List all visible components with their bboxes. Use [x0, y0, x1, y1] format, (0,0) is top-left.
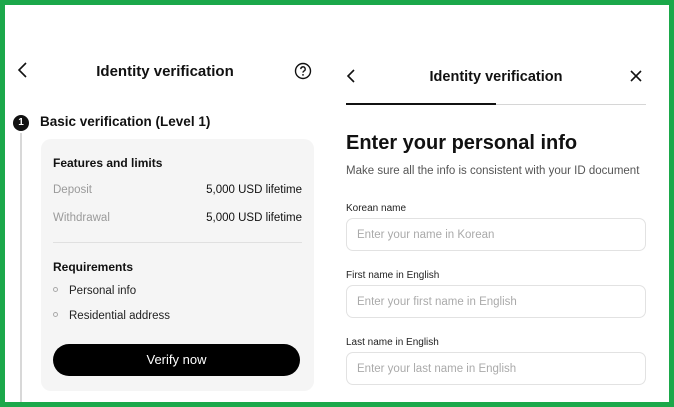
verify-now-button[interactable]: Verify now	[53, 344, 300, 376]
first-name-label: First name in English	[346, 270, 440, 281]
bullet-icon	[53, 287, 58, 293]
withdrawal-limit-value: 5,000 USD lifetime	[206, 212, 302, 224]
bullet-icon	[53, 312, 58, 318]
card-divider	[53, 242, 302, 243]
left-panel: Identity verification 1 Basic verificati…	[5, 5, 325, 402]
last-name-input[interactable]	[346, 352, 646, 385]
deposit-label: Deposit	[53, 184, 92, 196]
step-connector-line	[20, 133, 22, 402]
last-name-label: Last name in English	[346, 337, 439, 348]
close-icon[interactable]	[628, 68, 644, 84]
right-panel: Identity verification Enter your persona…	[330, 5, 669, 402]
first-name-input[interactable]	[346, 285, 646, 318]
verification-card: Features and limits Deposit 5,000 USD li…	[41, 139, 314, 391]
korean-name-input[interactable]	[346, 218, 646, 251]
withdrawal-label: Withdrawal	[53, 212, 110, 224]
korean-name-label: Korean name	[346, 203, 407, 214]
requirement-label: Residential address	[69, 310, 171, 322]
step-number-badge: 1	[13, 115, 29, 131]
progress-fill	[346, 103, 496, 105]
deposit-limit-value: 5,000 USD lifetime	[206, 184, 302, 196]
requirements-heading: Requirements	[53, 260, 134, 274]
page-title: Identity verification	[96, 63, 234, 80]
form-subheading: Make sure all the info is consistent wit…	[346, 165, 640, 177]
help-circle-icon[interactable]	[294, 62, 312, 80]
requirement-item: Residential address	[53, 310, 170, 322]
step-title: Basic verification (Level 1)	[40, 114, 211, 129]
features-heading: Features and limits	[53, 156, 163, 170]
page-title: Identity verification	[429, 69, 563, 85]
requirement-label: Personal info	[69, 285, 137, 297]
requirement-item: Personal info	[53, 285, 136, 297]
form-heading: Enter your personal info	[346, 132, 578, 154]
